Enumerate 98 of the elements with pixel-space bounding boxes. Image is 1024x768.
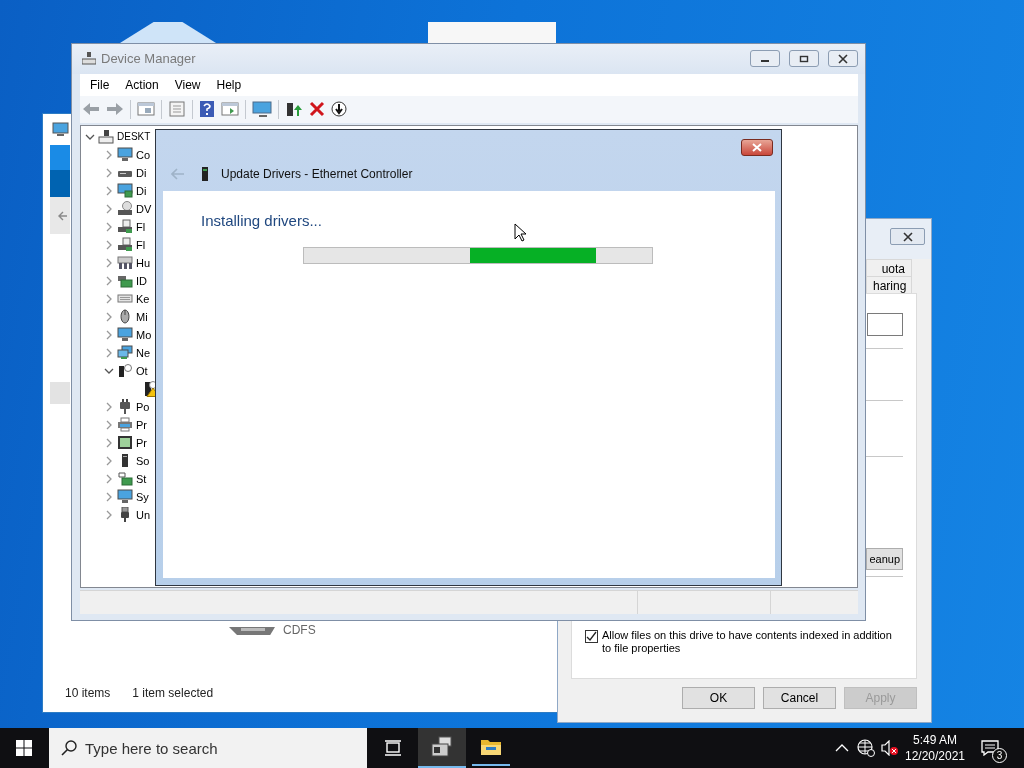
close-button[interactable] [890, 228, 925, 245]
cleanup-button[interactable]: eanup [866, 548, 903, 570]
computer-icon [98, 129, 114, 145]
chip-icon [117, 435, 133, 451]
tree-item[interactable]: Hu [136, 256, 151, 269]
minimize-button[interactable] [750, 50, 780, 68]
tree-item[interactable]: Mi [136, 310, 148, 323]
message-icon [981, 740, 999, 756]
tree-item[interactable]: Pr [136, 418, 147, 431]
disc-drive-icon [117, 201, 133, 217]
menu-item[interactable]: View [166, 77, 209, 92]
close-button[interactable] [741, 139, 773, 156]
tree-item[interactable]: Co [136, 148, 151, 161]
input-field[interactable] [867, 313, 903, 336]
device-manager-icon [82, 51, 96, 66]
sheet-icon[interactable] [168, 101, 186, 118]
panel-icon[interactable] [137, 101, 155, 118]
dialog-title: Update Drivers - Ethernet Controller [221, 166, 413, 181]
clock[interactable]: 5:49 AM 12/20/2021 [902, 728, 968, 768]
tree-item[interactable]: Fl [136, 238, 146, 251]
tree-item[interactable]: Di [136, 166, 147, 179]
cursor-icon [514, 223, 526, 242]
monitor-icon[interactable] [252, 101, 272, 118]
storage-icon [117, 471, 133, 487]
task-view-icon [384, 740, 402, 756]
tree-item[interactable]: Ot [136, 364, 148, 377]
forward-icon[interactable] [106, 101, 124, 118]
drive-label: CDFS [283, 623, 316, 637]
maximize-icon [799, 54, 809, 63]
windows-icon [16, 740, 32, 756]
close-button[interactable] [828, 50, 858, 68]
monitor-icon [117, 183, 133, 199]
ethernet-device-icon [201, 165, 209, 182]
nav-highlight [50, 145, 70, 170]
window-icon[interactable] [221, 101, 239, 118]
dialog-button[interactable]: OK [682, 687, 755, 709]
tree-item[interactable]: So [136, 454, 150, 467]
monitor-icon [52, 122, 69, 137]
computer-icon [117, 363, 133, 379]
tree-item[interactable]: Fl [136, 220, 146, 233]
taskbar-app[interactable] [418, 728, 466, 768]
plug-icon [117, 399, 133, 415]
item-count: 10 items [65, 686, 111, 700]
search-placeholder: Type here to search [85, 739, 218, 757]
tab[interactable]: haring [866, 276, 912, 293]
drive-icon [229, 625, 275, 635]
search-icon [61, 740, 77, 756]
maximize-button[interactable] [789, 50, 819, 68]
tree-item[interactable]: Pr [136, 436, 147, 449]
help-icon[interactable] [199, 101, 215, 118]
monitor-icon [117, 327, 133, 343]
drive-icon [117, 219, 133, 235]
dialog-button[interactable]: Cancel [763, 687, 836, 709]
menu-item[interactable]: Action [117, 77, 167, 92]
tree-item[interactable]: Po [136, 400, 150, 413]
tree-item[interactable]: Un [136, 508, 151, 521]
device-arrow-icon[interactable] [285, 101, 303, 118]
back-icon[interactable] [171, 167, 185, 180]
tree-item[interactable]: DV [136, 202, 152, 215]
check-icon [586, 631, 597, 642]
device-icon [117, 255, 133, 271]
heading: Installing drivers... [201, 212, 323, 229]
printer-icon [117, 417, 133, 433]
notification-count: 3 [992, 748, 1007, 763]
close-icon [751, 143, 763, 152]
monitor-icon [117, 489, 133, 505]
mouse-icon [117, 309, 133, 325]
menu-item[interactable]: File [82, 77, 118, 92]
menu-item[interactable]: Help [208, 77, 250, 92]
tree-item[interactable]: Sy [136, 490, 149, 503]
close-icon [901, 231, 914, 242]
tree-item[interactable]: ID [136, 274, 147, 287]
tree-item[interactable]: DESKT [117, 131, 151, 143]
window-title: Device Manager [101, 51, 197, 67]
tree-item[interactable]: Di [136, 184, 147, 197]
clock-time: 5:49 AM [913, 732, 957, 748]
selection-status: 1 item selected [132, 686, 214, 700]
notifications-button[interactable]: 3 [968, 728, 1012, 768]
cross-icon[interactable] [309, 101, 325, 118]
nav-highlight [50, 170, 70, 197]
tree-item[interactable]: Mo [136, 328, 152, 341]
tab[interactable]: uota [866, 259, 912, 276]
clock-date: 12/20/2021 [904, 748, 966, 764]
network-icon [117, 345, 133, 361]
close-icon [837, 53, 849, 64]
tree-item[interactable]: St [136, 472, 147, 485]
monitor-icon [117, 147, 133, 163]
checkbox-label: Allow files on this drive to have contents indexed in addition to file properties [602, 629, 893, 655]
folder-icon [480, 738, 502, 756]
drive-icon [117, 237, 133, 253]
checkbox[interactable] [585, 630, 598, 643]
search-field[interactable]: Type here to search [49, 728, 367, 768]
back-icon[interactable] [82, 101, 100, 118]
device-manager-icon [430, 736, 454, 758]
tree-item[interactable]: Ke [136, 292, 150, 305]
card-icon [117, 273, 133, 289]
tree-item[interactable]: Ne [136, 346, 151, 359]
back-arrow-icon[interactable] [58, 210, 68, 221]
